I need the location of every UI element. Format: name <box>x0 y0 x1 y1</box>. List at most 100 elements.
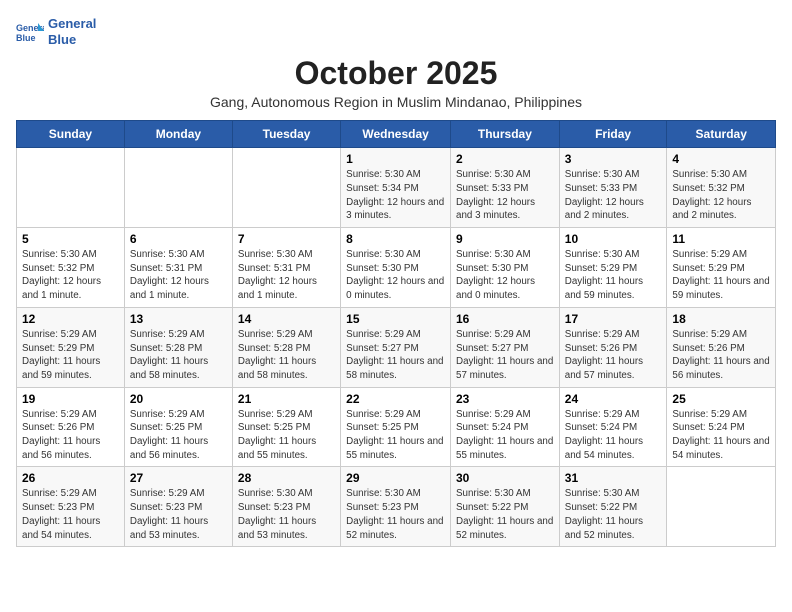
calendar-cell: 1 Sunrise: 5:30 AM Sunset: 5:34 PM Daylig… <box>341 148 451 228</box>
calendar-cell: 17 Sunrise: 5:29 AM Sunset: 5:26 PM Dayli… <box>559 307 667 387</box>
day-number: 13 <box>130 312 227 326</box>
day-info: Sunrise: 5:30 AM Sunset: 5:32 PM Dayligh… <box>22 248 119 303</box>
day-info: Sunrise: 5:30 AM Sunset: 5:31 PM Dayligh… <box>238 248 335 303</box>
calendar-cell: 21 Sunrise: 5:29 AM Sunset: 5:25 PM Dayli… <box>232 387 340 467</box>
day-number: 20 <box>130 392 227 406</box>
calendar-cell: 11 Sunrise: 5:29 AM Sunset: 5:29 PM Dayli… <box>667 228 776 308</box>
calendar-cell: 10 Sunrise: 5:30 AM Sunset: 5:29 PM Dayli… <box>559 228 667 308</box>
weekday-header: Tuesday <box>232 121 340 148</box>
day-info: Sunrise: 5:30 AM Sunset: 5:22 PM Dayligh… <box>456 487 554 542</box>
calendar-cell: 30 Sunrise: 5:30 AM Sunset: 5:22 PM Dayli… <box>451 467 560 547</box>
calendar-cell: 2 Sunrise: 5:30 AM Sunset: 5:33 PM Daylig… <box>451 148 560 228</box>
day-info: Sunrise: 5:29 AM Sunset: 5:26 PM Dayligh… <box>22 408 119 463</box>
day-info: Sunrise: 5:29 AM Sunset: 5:24 PM Dayligh… <box>672 408 770 463</box>
calendar-week-row: 12 Sunrise: 5:29 AM Sunset: 5:29 PM Dayli… <box>17 307 776 387</box>
calendar-cell: 14 Sunrise: 5:29 AM Sunset: 5:28 PM Dayli… <box>232 307 340 387</box>
day-number: 26 <box>22 471 119 485</box>
calendar-cell: 13 Sunrise: 5:29 AM Sunset: 5:28 PM Dayli… <box>124 307 232 387</box>
calendar-cell: 23 Sunrise: 5:29 AM Sunset: 5:24 PM Dayli… <box>451 387 560 467</box>
day-info: Sunrise: 5:29 AM Sunset: 5:27 PM Dayligh… <box>346 328 445 383</box>
weekday-header: Sunday <box>17 121 125 148</box>
day-number: 3 <box>565 152 662 166</box>
day-number: 30 <box>456 471 554 485</box>
day-info: Sunrise: 5:29 AM Sunset: 5:28 PM Dayligh… <box>238 328 335 383</box>
day-number: 10 <box>565 232 662 246</box>
svg-text:Blue: Blue <box>16 33 36 43</box>
calendar-cell: 4Sunrise: 5:30 AM Sunset: 5:32 PM Daylig… <box>667 148 776 228</box>
calendar-cell: 19 Sunrise: 5:29 AM Sunset: 5:26 PM Dayli… <box>17 387 125 467</box>
day-number: 27 <box>130 471 227 485</box>
day-info: Sunrise: 5:30 AM Sunset: 5:23 PM Dayligh… <box>346 487 445 542</box>
day-number: 5 <box>22 232 119 246</box>
day-info: Sunrise: 5:30 AM Sunset: 5:22 PM Dayligh… <box>565 487 662 542</box>
calendar-cell: 24 Sunrise: 5:29 AM Sunset: 5:24 PM Dayli… <box>559 387 667 467</box>
day-info: Sunrise: 5:30 AM Sunset: 5:23 PM Dayligh… <box>238 487 335 542</box>
day-info: Sunrise: 5:30 AM Sunset: 5:31 PM Dayligh… <box>130 248 227 303</box>
day-info: Sunrise: 5:29 AM Sunset: 5:29 PM Dayligh… <box>22 328 119 383</box>
day-info: Sunrise: 5:29 AM Sunset: 5:23 PM Dayligh… <box>130 487 227 542</box>
calendar-cell: 29 Sunrise: 5:30 AM Sunset: 5:23 PM Dayli… <box>341 467 451 547</box>
day-info: Sunrise: 5:29 AM Sunset: 5:28 PM Dayligh… <box>130 328 227 383</box>
day-info: Sunrise: 5:30 AM Sunset: 5:34 PM Dayligh… <box>346 168 445 223</box>
day-number: 14 <box>238 312 335 326</box>
calendar-cell: 3 Sunrise: 5:30 AM Sunset: 5:33 PM Daylig… <box>559 148 667 228</box>
day-info: Sunrise: 5:29 AM Sunset: 5:24 PM Dayligh… <box>565 408 662 463</box>
day-number: 18 <box>672 312 770 326</box>
day-number: 24 <box>565 392 662 406</box>
day-info: Sunrise: 5:30 AM Sunset: 5:33 PM Dayligh… <box>565 168 662 223</box>
day-info: Sunrise: 5:29 AM Sunset: 5:26 PM Dayligh… <box>565 328 662 383</box>
calendar: SundayMondayTuesdayWednesdayThursdayFrid… <box>16 120 776 547</box>
day-number: 21 <box>238 392 335 406</box>
day-info: Sunrise: 5:30 AM Sunset: 5:33 PM Dayligh… <box>456 168 554 223</box>
day-number: 19 <box>22 392 119 406</box>
day-number: 8 <box>346 232 445 246</box>
day-number: 11 <box>672 232 770 246</box>
weekday-header: Saturday <box>667 121 776 148</box>
day-number: 9 <box>456 232 554 246</box>
calendar-cell <box>124 148 232 228</box>
subtitle: Gang, Autonomous Region in Muslim Mindan… <box>16 94 776 110</box>
calendar-cell: 12 Sunrise: 5:29 AM Sunset: 5:29 PM Dayli… <box>17 307 125 387</box>
day-number: 2 <box>456 152 554 166</box>
calendar-cell: 31 Sunrise: 5:30 AM Sunset: 5:22 PM Dayli… <box>559 467 667 547</box>
weekday-header: Wednesday <box>341 121 451 148</box>
title-section: October 2025 Gang, Autonomous Region in … <box>16 55 776 110</box>
month-title: October 2025 <box>16 55 776 92</box>
day-info: Sunrise: 5:29 AM Sunset: 5:25 PM Dayligh… <box>130 408 227 463</box>
day-number: 28 <box>238 471 335 485</box>
day-number: 22 <box>346 392 445 406</box>
day-number: 17 <box>565 312 662 326</box>
calendar-cell: 7 Sunrise: 5:30 AM Sunset: 5:31 PM Daylig… <box>232 228 340 308</box>
day-number: 7 <box>238 232 335 246</box>
day-number: 12 <box>22 312 119 326</box>
day-info: Sunrise: 5:30 AM Sunset: 5:30 PM Dayligh… <box>456 248 554 303</box>
day-info: Sunrise: 5:29 AM Sunset: 5:27 PM Dayligh… <box>456 328 554 383</box>
calendar-cell <box>17 148 125 228</box>
day-info: Sunrise: 5:29 AM Sunset: 5:29 PM Dayligh… <box>672 248 770 303</box>
calendar-cell: 25 Sunrise: 5:29 AM Sunset: 5:24 PM Dayli… <box>667 387 776 467</box>
day-info: Sunrise: 5:30 AM Sunset: 5:32 PM Dayligh… <box>672 168 770 223</box>
calendar-week-row: 5 Sunrise: 5:30 AM Sunset: 5:32 PM Daylig… <box>17 228 776 308</box>
day-number: 6 <box>130 232 227 246</box>
day-number: 31 <box>565 471 662 485</box>
day-info: Sunrise: 5:29 AM Sunset: 5:25 PM Dayligh… <box>238 408 335 463</box>
day-info: Sunrise: 5:30 AM Sunset: 5:29 PM Dayligh… <box>565 248 662 303</box>
calendar-cell: 8 Sunrise: 5:30 AM Sunset: 5:30 PM Daylig… <box>341 228 451 308</box>
day-number: 23 <box>456 392 554 406</box>
weekday-header: Friday <box>559 121 667 148</box>
day-number: 25 <box>672 392 770 406</box>
day-info: Sunrise: 5:29 AM Sunset: 5:24 PM Dayligh… <box>456 408 554 463</box>
day-info: Sunrise: 5:30 AM Sunset: 5:30 PM Dayligh… <box>346 248 445 303</box>
day-number: 1 <box>346 152 445 166</box>
calendar-cell: 27 Sunrise: 5:29 AM Sunset: 5:23 PM Dayli… <box>124 467 232 547</box>
calendar-cell: 18Sunrise: 5:29 AM Sunset: 5:26 PM Dayli… <box>667 307 776 387</box>
weekday-header: Monday <box>124 121 232 148</box>
calendar-cell: 26Sunrise: 5:29 AM Sunset: 5:23 PM Dayli… <box>17 467 125 547</box>
day-info: Sunrise: 5:29 AM Sunset: 5:25 PM Dayligh… <box>346 408 445 463</box>
day-number: 29 <box>346 471 445 485</box>
calendar-cell <box>232 148 340 228</box>
calendar-week-row: 26 Sunrise: 5:29 AM Sunset: 5:23 PM Dayli… <box>17 467 776 547</box>
calendar-cell: 6 Sunrise: 5:30 AM Sunset: 5:31 PM Daylig… <box>124 228 232 308</box>
calendar-cell: 22 Sunrise: 5:29 AM Sunset: 5:25 PM Dayli… <box>341 387 451 467</box>
day-number: 16 <box>456 312 554 326</box>
